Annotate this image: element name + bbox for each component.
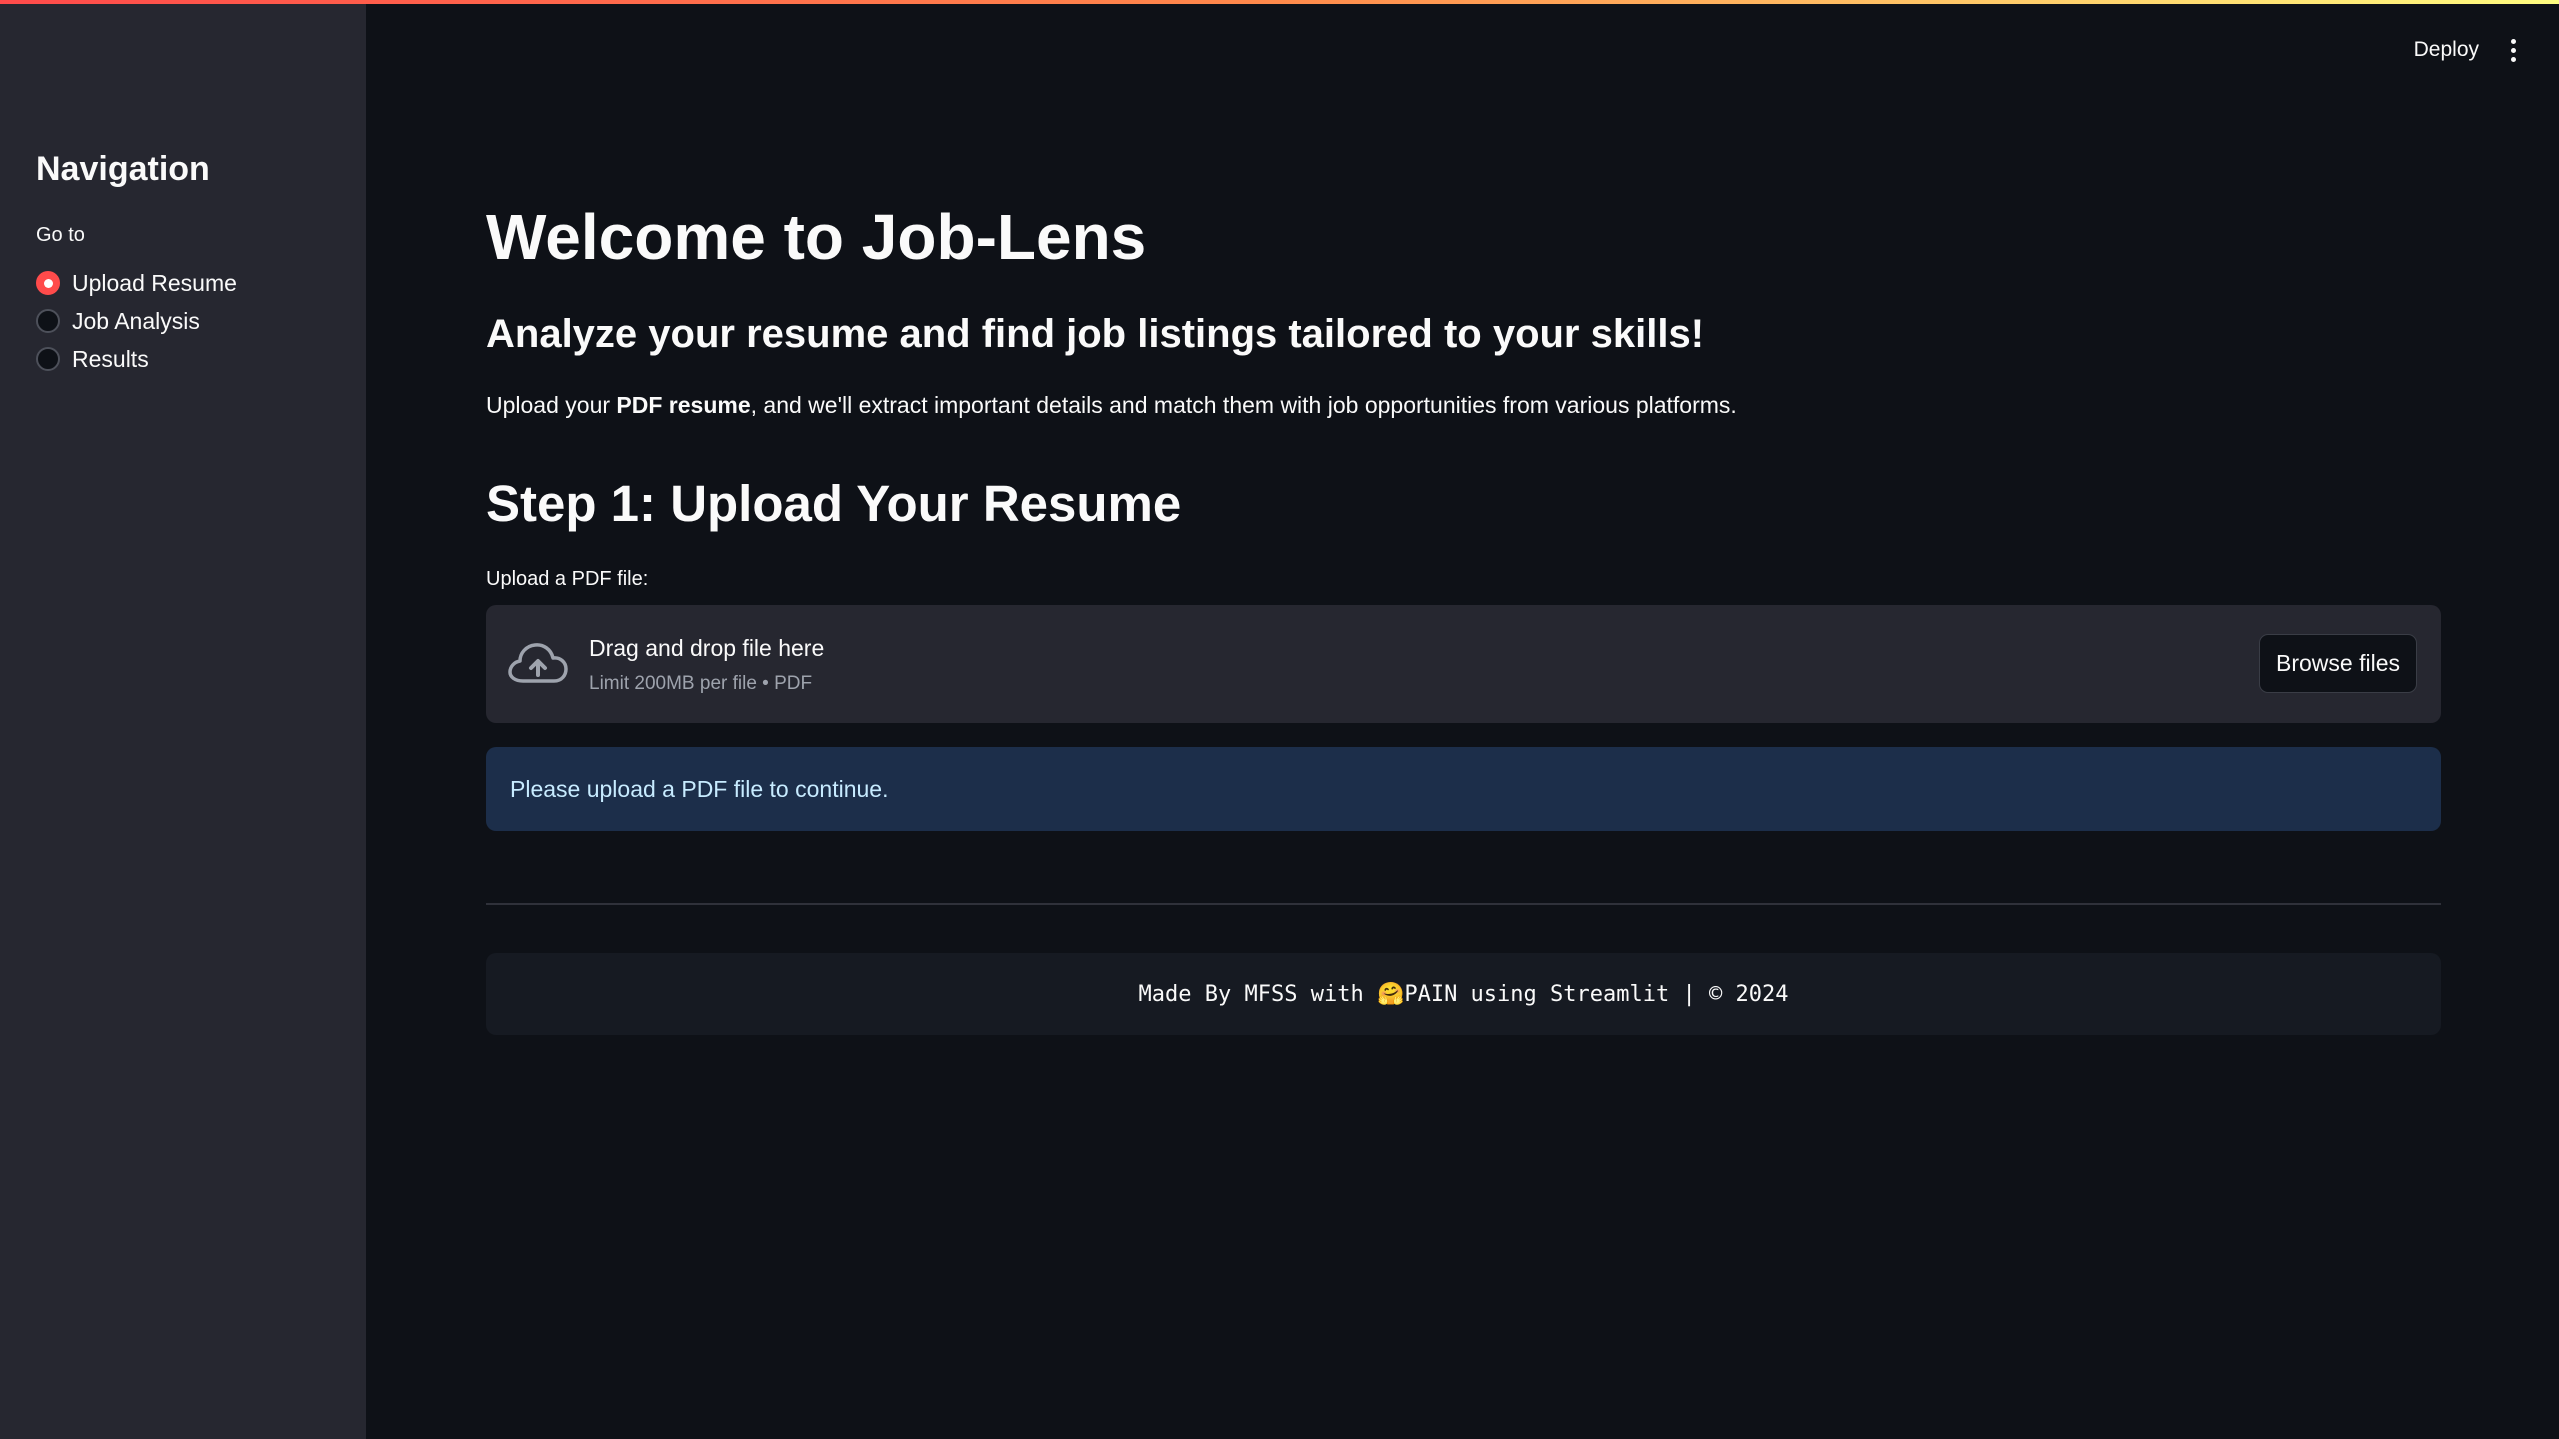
radio-unselected-icon[interactable]	[36, 309, 60, 333]
navigation-radio-group: Upload Resume Job Analysis Results	[36, 264, 237, 378]
dropzone-title: Drag and drop file here	[589, 635, 825, 661]
sidebar-title: Navigation	[36, 150, 210, 188]
radio-label: Job Analysis	[72, 307, 200, 334]
step-title: Step 1: Upload Your Resume	[486, 475, 1182, 532]
divider	[486, 903, 2441, 905]
page-subtitle: Analyze your resume and find job listing…	[486, 312, 1705, 356]
info-alert: Please upload a PDF file to continue.	[486, 747, 2441, 831]
deploy-button[interactable]: Deploy	[2414, 38, 2479, 62]
vertical-ellipsis-icon[interactable]	[2503, 36, 2523, 64]
radio-unselected-icon[interactable]	[36, 347, 60, 371]
radio-label: Results	[72, 345, 149, 372]
footer: Made By MFSS with 🤗PAIN using Streamlit …	[486, 953, 2441, 1035]
radio-label: Upload Resume	[72, 269, 237, 296]
radio-results[interactable]: Results	[36, 340, 237, 378]
browse-files-button[interactable]: Browse files	[2259, 634, 2417, 693]
description-bold: PDF resume	[616, 392, 751, 418]
description-prefix: Upload your	[486, 392, 617, 418]
page-title: Welcome to Job-Lens	[486, 201, 1147, 273]
file-dropzone[interactable]: Drag and drop file here Limit 200MB per …	[486, 605, 2441, 723]
radio-job-analysis[interactable]: Job Analysis	[36, 302, 237, 340]
radio-selected-icon[interactable]	[36, 271, 60, 295]
radio-group-label: Go to	[36, 224, 85, 246]
uploader-label: Upload a PDF file:	[486, 568, 649, 590]
description: Upload your PDF resume, and we'll extrac…	[486, 392, 1737, 419]
sidebar: Navigation Go to Upload Resume Job Analy…	[0, 0, 366, 1439]
cloud-upload-icon	[508, 643, 568, 683]
header-actions: Deploy	[2414, 36, 2523, 64]
description-suffix: , and we'll extract important details an…	[750, 392, 1737, 418]
radio-upload-resume[interactable]: Upload Resume	[36, 264, 237, 302]
dropzone-limit: Limit 200MB per file • PDF	[589, 673, 813, 694]
decoration-top-bar	[0, 0, 2559, 4]
